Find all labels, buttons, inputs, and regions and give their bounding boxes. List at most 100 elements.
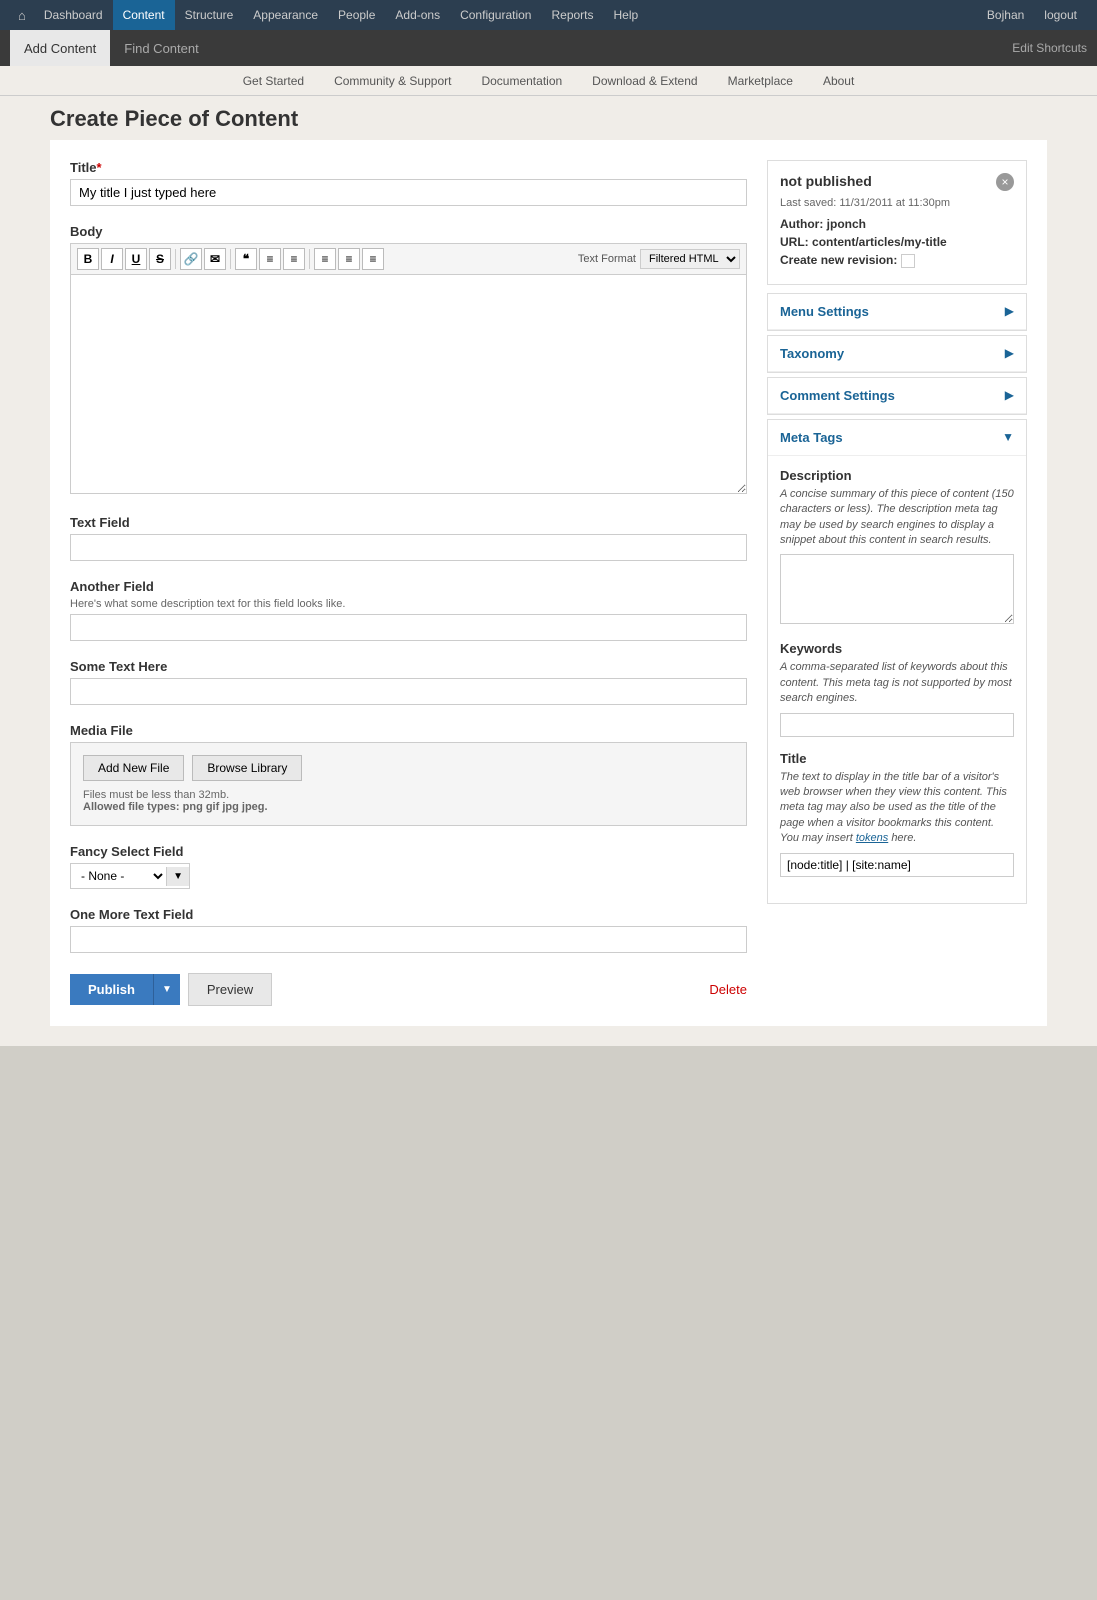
preview-button[interactable]: Preview <box>188 973 272 1006</box>
page-header: Drupal Create Piece of Content <box>0 96 1097 140</box>
another-field-input[interactable] <box>70 614 747 641</box>
add-new-file-button[interactable]: Add New File <box>83 755 184 781</box>
sub-navigation: Add Content Find Content Edit Shortcuts <box>0 30 1097 66</box>
another-field-label: Another Field <box>70 579 747 594</box>
meta-tags-header[interactable]: Meta Tags ▼ <box>768 420 1026 456</box>
last-saved-text: Last saved: 11/31/2011 at 11:30pm <box>780 197 1014 209</box>
meta-description-field: Description A concise summary of this pi… <box>780 468 1014 628</box>
browse-library-button[interactable]: Browse Library <box>192 755 302 781</box>
author-value: jponch <box>827 217 866 231</box>
toolbar-align-center[interactable]: ≡ <box>338 248 360 270</box>
some-text-label: Some Text Here <box>70 659 747 674</box>
fancy-select-label: Fancy Select Field <box>70 844 747 859</box>
home-icon[interactable]: ⌂ <box>10 8 34 23</box>
menu-settings-header[interactable]: Menu Settings ▶ <box>768 294 1026 330</box>
toolbar-underline[interactable]: U <box>125 248 147 270</box>
find-content-button[interactable]: Find Content <box>110 30 212 66</box>
nav-configuration[interactable]: Configuration <box>450 0 541 30</box>
nav-addons[interactable]: Add-ons <box>385 0 450 30</box>
text-field-label: Text Field <box>70 515 747 530</box>
another-field-desc: Here's what some description text for th… <box>70 598 747 610</box>
meta-tags-label: Meta Tags <box>780 430 1002 445</box>
body-field-group: Body B I U S 🔗 ✉ ❝ ≡ ≡ ≡ ≡ ≡ <box>70 224 747 497</box>
comment-settings-arrow-icon: ▶ <box>1005 388 1014 402</box>
nav-help[interactable]: Help <box>604 0 649 30</box>
meta-title-desc: The text to display in the title bar of … <box>780 770 1014 847</box>
publish-group: Publish ▼ <box>70 974 180 1005</box>
author-line: Author: jponch <box>780 217 1014 231</box>
title-field-group: Title* <box>70 160 747 206</box>
media-buttons: Add New File Browse Library <box>83 755 734 781</box>
secnav-community[interactable]: Community & Support <box>329 74 456 88</box>
title-input[interactable] <box>70 179 747 206</box>
toolbar-align-left[interactable]: ≡ <box>314 248 336 270</box>
fancy-select-input[interactable]: - None - <box>71 864 166 888</box>
toolbar-ol[interactable]: ≡ <box>283 248 305 270</box>
meta-title-input[interactable] <box>780 853 1014 877</box>
meta-description-input[interactable] <box>780 554 1014 624</box>
delete-link[interactable]: Delete <box>709 982 747 997</box>
toolbar-strikethrough[interactable]: S <box>149 248 171 270</box>
toolbar-bold[interactable]: B <box>77 248 99 270</box>
nav-reports[interactable]: Reports <box>541 0 603 30</box>
nav-logout[interactable]: logout <box>1034 0 1087 30</box>
taxonomy-header[interactable]: Taxonomy ▶ <box>768 336 1026 372</box>
menu-settings-label: Menu Settings <box>780 304 1005 319</box>
taxonomy-arrow-icon: ▶ <box>1005 346 1014 360</box>
toolbar-align-right[interactable]: ≡ <box>362 248 384 270</box>
meta-tags-body: Description A concise summary of this pi… <box>768 456 1026 903</box>
text-field-input[interactable] <box>70 534 747 561</box>
status-header: not published × <box>780 173 1014 191</box>
another-field-group: Another Field Here's what some descripti… <box>70 579 747 641</box>
one-more-field-group: One More Text Field <box>70 907 747 953</box>
nav-user[interactable]: Bojhan <box>977 0 1034 30</box>
secnav-about[interactable]: About <box>818 74 859 88</box>
close-button[interactable]: × <box>996 173 1014 191</box>
action-bar: Publish ▼ Preview Delete <box>70 973 747 1006</box>
toolbar-ul[interactable]: ≡ <box>259 248 281 270</box>
tokens-link[interactable]: tokens <box>856 832 888 844</box>
meta-description-desc: A concise summary of this piece of conte… <box>780 487 1014 549</box>
add-content-button[interactable]: Add Content <box>10 30 110 66</box>
edit-shortcuts-link[interactable]: Edit Shortcuts <box>1012 41 1087 55</box>
content-area: Title* Body B I U S 🔗 ✉ ❝ ≡ ≡ <box>50 140 1047 1026</box>
secnav-download[interactable]: Download & Extend <box>587 74 702 88</box>
meta-keywords-desc: A comma-separated list of keywords about… <box>780 660 1014 706</box>
secnav-marketplace[interactable]: Marketplace <box>723 74 798 88</box>
meta-keywords-field: Keywords A comma-separated list of keywo… <box>780 641 1014 736</box>
menu-settings-accordion: Menu Settings ▶ <box>767 293 1027 331</box>
nav-content[interactable]: Content <box>113 0 175 30</box>
meta-keywords-input[interactable] <box>780 713 1014 737</box>
revision-checkbox[interactable] <box>901 254 915 268</box>
one-more-input[interactable] <box>70 926 747 953</box>
publish-button[interactable]: Publish <box>70 974 153 1005</box>
media-note2: Allowed file types: png gif jpg jpeg. <box>83 801 734 813</box>
meta-description-label: Description <box>780 468 1014 483</box>
media-file-group: Media File Add New File Browse Library F… <box>70 723 747 826</box>
secnav-documentation[interactable]: Documentation <box>476 74 567 88</box>
toolbar-sep2 <box>230 249 231 269</box>
publish-dropdown-button[interactable]: ▼ <box>153 974 180 1005</box>
body-editor[interactable] <box>70 274 747 494</box>
fancy-select-arrow-icon[interactable]: ▼ <box>166 867 189 886</box>
secnav-get-started[interactable]: Get Started <box>238 74 309 88</box>
toolbar-link[interactable]: 🔗 <box>180 248 202 270</box>
text-format-select[interactable]: Filtered HTML <box>640 249 740 269</box>
top-navigation: ⌂ Dashboard Content Structure Appearance… <box>0 0 1097 30</box>
url-line: URL: content/articles/my-title <box>780 235 1014 249</box>
toolbar-italic[interactable]: I <box>101 248 123 270</box>
left-panel: Title* Body B I U S 🔗 ✉ ❝ ≡ ≡ <box>70 160 747 1006</box>
fancy-select-widget[interactable]: - None - ▼ <box>70 863 190 889</box>
nav-structure[interactable]: Structure <box>175 0 244 30</box>
toolbar-format-area: Text Format Filtered HTML <box>578 249 740 269</box>
some-text-input[interactable] <box>70 678 747 705</box>
nav-dashboard[interactable]: Dashboard <box>34 0 113 30</box>
toolbar-email[interactable]: ✉ <box>204 248 226 270</box>
nav-people[interactable]: People <box>328 0 385 30</box>
meta-title-label: Title <box>780 751 1014 766</box>
nav-appearance[interactable]: Appearance <box>243 0 328 30</box>
toolbar-blockquote[interactable]: ❝ <box>235 248 257 270</box>
editor-toolbar: B I U S 🔗 ✉ ❝ ≡ ≡ ≡ ≡ ≡ Text Form <box>70 243 747 274</box>
media-file-label: Media File <box>70 723 747 738</box>
comment-settings-header[interactable]: Comment Settings ▶ <box>768 378 1026 414</box>
